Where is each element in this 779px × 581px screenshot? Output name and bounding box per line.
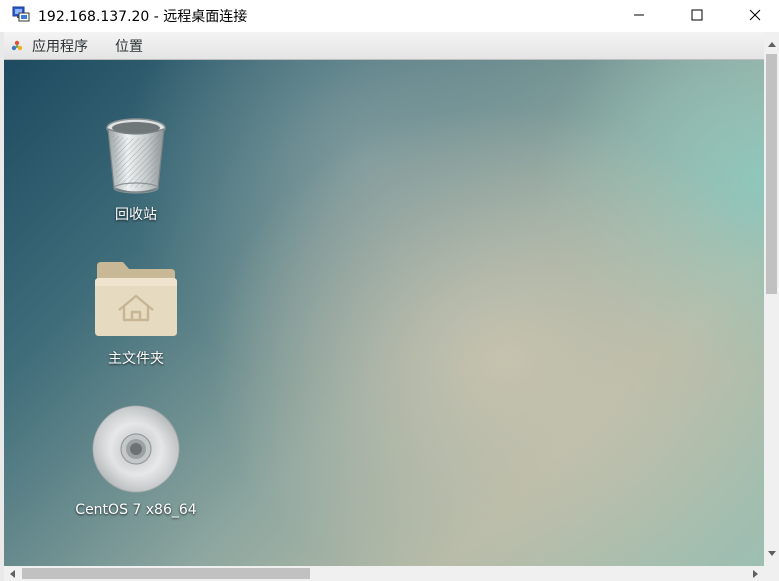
chevron-left-icon (10, 569, 15, 578)
horizontal-scrollbar[interactable] (4, 566, 764, 581)
applications-menu[interactable]: 应用程序 (32, 36, 88, 56)
desktop-background[interactable]: 回收站 主文件夹 CentOS 7 x86_64 (4, 60, 764, 566)
desktop-icon-label: 主文件夹 (108, 351, 164, 367)
desktop-icon-label: CentOS 7 x86_64 (75, 502, 197, 518)
window-title: 192.168.137.20 - 远程桌面连接 (38, 9, 248, 25)
scrollbar-corner (764, 566, 779, 581)
scroll-up-button[interactable] (764, 36, 779, 52)
title-bar[interactable]: 192.168.137.20 - 远程桌面连接 (0, 0, 779, 30)
vertical-scrollbar[interactable] (764, 32, 779, 566)
remote-desktop-window: 192.168.137.20 - 远程桌面连接 应用程序 位置 回收站 主文件夹… (0, 0, 779, 581)
chevron-up-icon (767, 42, 776, 47)
desktop-icon-trash[interactable]: 回收站 (66, 114, 206, 224)
scroll-down-button[interactable] (764, 546, 779, 562)
applications-menu-icon (11, 40, 23, 51)
close-button[interactable] (732, 0, 778, 30)
desktop-icon-centos-disc[interactable]: CentOS 7 x86_64 (66, 404, 206, 518)
chevron-down-icon (767, 551, 776, 556)
minimize-button[interactable] (616, 0, 662, 30)
desktop-icon-home-folder[interactable]: 主文件夹 (66, 256, 206, 368)
disc-icon (92, 405, 180, 493)
gnome-top-panel: 应用程序 位置 (4, 32, 764, 60)
minimize-icon (634, 14, 644, 16)
scroll-left-button[interactable] (4, 566, 20, 581)
desktop-icon-label: 回收站 (115, 207, 157, 223)
home-folder-icon (95, 262, 177, 336)
remote-session-view[interactable]: 应用程序 位置 回收站 主文件夹 CentOS 7 x86_64 (4, 32, 764, 566)
trash-icon (106, 118, 166, 194)
remote-desktop-app-icon (12, 6, 30, 22)
maximize-icon (691, 9, 703, 21)
maximize-button[interactable] (674, 0, 720, 30)
places-menu[interactable]: 位置 (115, 36, 143, 56)
close-icon (749, 9, 761, 21)
chevron-right-icon (753, 569, 758, 578)
horizontal-scrollbar-thumb[interactable] (22, 568, 310, 579)
scroll-right-button[interactable] (748, 566, 764, 581)
vertical-scrollbar-thumb[interactable] (766, 54, 777, 294)
